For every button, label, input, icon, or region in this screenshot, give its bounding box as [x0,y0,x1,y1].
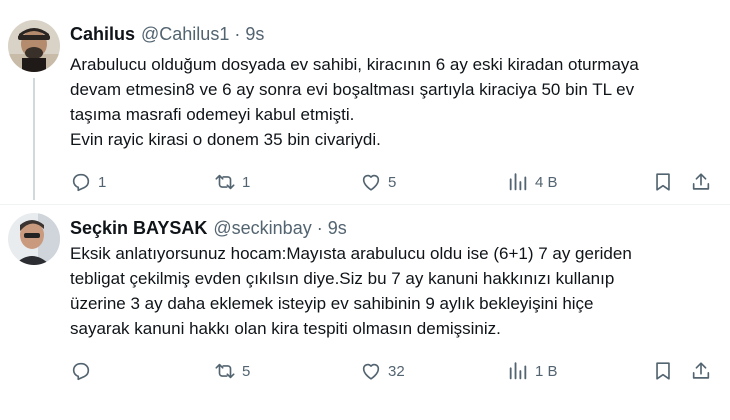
separator-dot: · [234,24,241,44]
reply-icon [72,173,90,192]
avatar[interactable] [8,213,60,265]
repost-icon [215,174,235,190]
tweet[interactable]: Cahilus @Cahilus1 · 9s Arabulucu olduğum … [0,0,730,204]
tweet-header: Seçkin BAYSAK @seckinbay · 9s [70,217,347,239]
bookmark-button[interactable] [652,170,674,194]
tweet-text-line: üzerine 3 ay daha eklemek isteyip ev sah… [70,294,594,313]
share-button[interactable] [690,359,712,383]
tweet-text: Eksik anlatıyorsunuz hocam:Mayısta arabu… [70,241,720,341]
tweet-text-line: Arabulucu olduğum dosyada ev sahibi, kir… [70,55,639,74]
tweet-text: Arabulucu olduğum dosyada ev sahibi, kir… [70,52,720,152]
share-button[interactable] [690,170,712,194]
tweet-text-line: tebligat çekilmiş evden çıkılsın diye.Si… [70,269,615,288]
tweet-text-line: Eksik anlatıyorsunuz hocam:Mayısta arabu… [70,244,632,263]
timestamp[interactable]: 9s [328,218,347,238]
bookmark-icon [656,362,670,380]
share-icon [692,362,710,379]
heart-icon [362,363,380,380]
tweet-text-line: devam etmesin8 ve 6 ay sonra evi boşaltm… [70,80,635,99]
tweet-text-line: taşıma masrafi odemeyi kabul etmişti. [70,105,355,124]
reply-button[interactable]: 1 [70,170,106,194]
tweet-text-line: sayarak kanuni hakkı olan kira tespiti o… [70,319,501,338]
view-count: 1 B [535,362,558,380]
avatar[interactable] [8,20,60,72]
share-icon [692,173,710,190]
repost-icon [215,363,235,379]
tweet-actions: 5 32 1 B [0,359,730,383]
reply-icon [72,362,90,381]
view-count: 4 B [535,173,558,191]
like-count: 5 [388,173,397,191]
repost-count: 5 [242,362,251,380]
bar-chart-icon [509,173,527,191]
timestamp[interactable]: 9s [245,24,264,44]
tweet-actions: 1 1 5 4 B [0,170,730,194]
reply-button[interactable] [70,359,98,383]
bookmark-button[interactable] [652,359,674,383]
bar-chart-icon [509,362,527,380]
reply-count: 1 [98,173,107,191]
repost-button[interactable]: 1 [214,170,250,194]
repost-button[interactable]: 5 [214,359,250,383]
like-count: 32 [388,362,405,380]
author-name[interactable]: Cahilus [70,24,135,44]
tweet[interactable]: Seçkin BAYSAK @seckinbay · 9s Eksik anlat… [0,204,730,420]
author-name[interactable]: Seçkin BAYSAK [70,218,207,238]
views-button[interactable]: 4 B [507,170,558,194]
views-button[interactable]: 1 B [507,359,558,383]
like-button[interactable]: 5 [360,170,396,194]
like-button[interactable]: 32 [360,359,405,383]
author-handle[interactable]: @Cahilus1 [141,24,229,44]
bookmark-icon [656,173,670,191]
separator-dot: · [316,218,323,238]
tweet-text-line: Evin rayic kirasi o donem 35 bin civariy… [70,130,381,149]
author-handle[interactable]: @seckinbay [213,218,311,238]
heart-icon [362,174,380,191]
repost-count: 1 [242,173,251,191]
tweet-header: Cahilus @Cahilus1 · 9s [70,23,264,45]
